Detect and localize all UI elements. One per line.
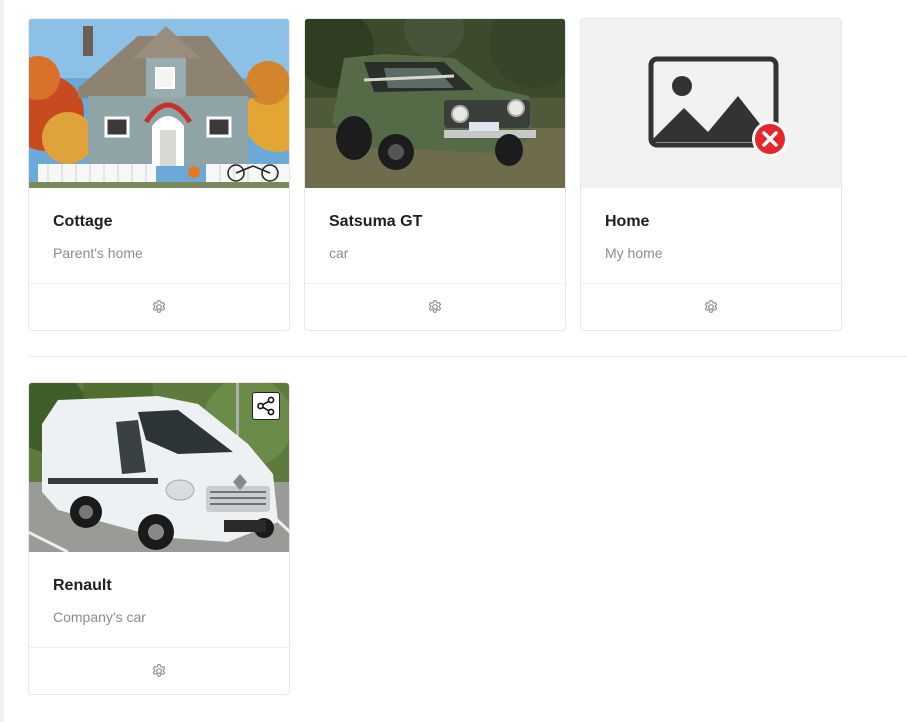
card-cottage[interactable]: Cottage Parent's home	[28, 18, 290, 331]
section-divider	[28, 356, 907, 357]
gear-icon[interactable]	[427, 299, 443, 315]
card-actions	[29, 647, 289, 694]
error-badge-icon	[752, 121, 788, 157]
left-rail	[0, 0, 4, 722]
share-icon	[257, 396, 275, 416]
card-description: My home	[605, 245, 663, 261]
card-home[interactable]: Home My home	[580, 18, 842, 331]
card-renault[interactable]: Renault Company's car	[28, 382, 290, 695]
gear-icon[interactable]	[151, 299, 167, 315]
white-van-photo	[29, 383, 289, 552]
card-actions	[29, 283, 289, 330]
share-button[interactable]	[252, 392, 280, 420]
card-cover-home[interactable]	[581, 19, 841, 188]
card-cover-cottage[interactable]	[29, 19, 289, 188]
card-description: Company's car	[53, 609, 146, 625]
card-actions	[305, 283, 565, 330]
cottage-house-photo	[29, 19, 289, 188]
green-vintage-car-photo	[305, 19, 565, 188]
card-title: Home	[605, 213, 650, 230]
broken-image-placeholder	[581, 19, 841, 188]
gear-icon[interactable]	[703, 299, 719, 315]
card-title: Satsuma GT	[329, 213, 423, 230]
card-satsuma-gt[interactable]: Satsuma GT car	[304, 18, 566, 331]
card-cover-satsuma-gt[interactable]	[305, 19, 565, 188]
card-actions	[581, 283, 841, 330]
card-description: car	[329, 245, 349, 261]
gear-icon[interactable]	[151, 663, 167, 679]
card-description: Parent's home	[53, 245, 143, 261]
card-cover-renault[interactable]	[29, 383, 289, 552]
card-title: Cottage	[53, 213, 113, 230]
card-title: Renault	[53, 577, 112, 594]
